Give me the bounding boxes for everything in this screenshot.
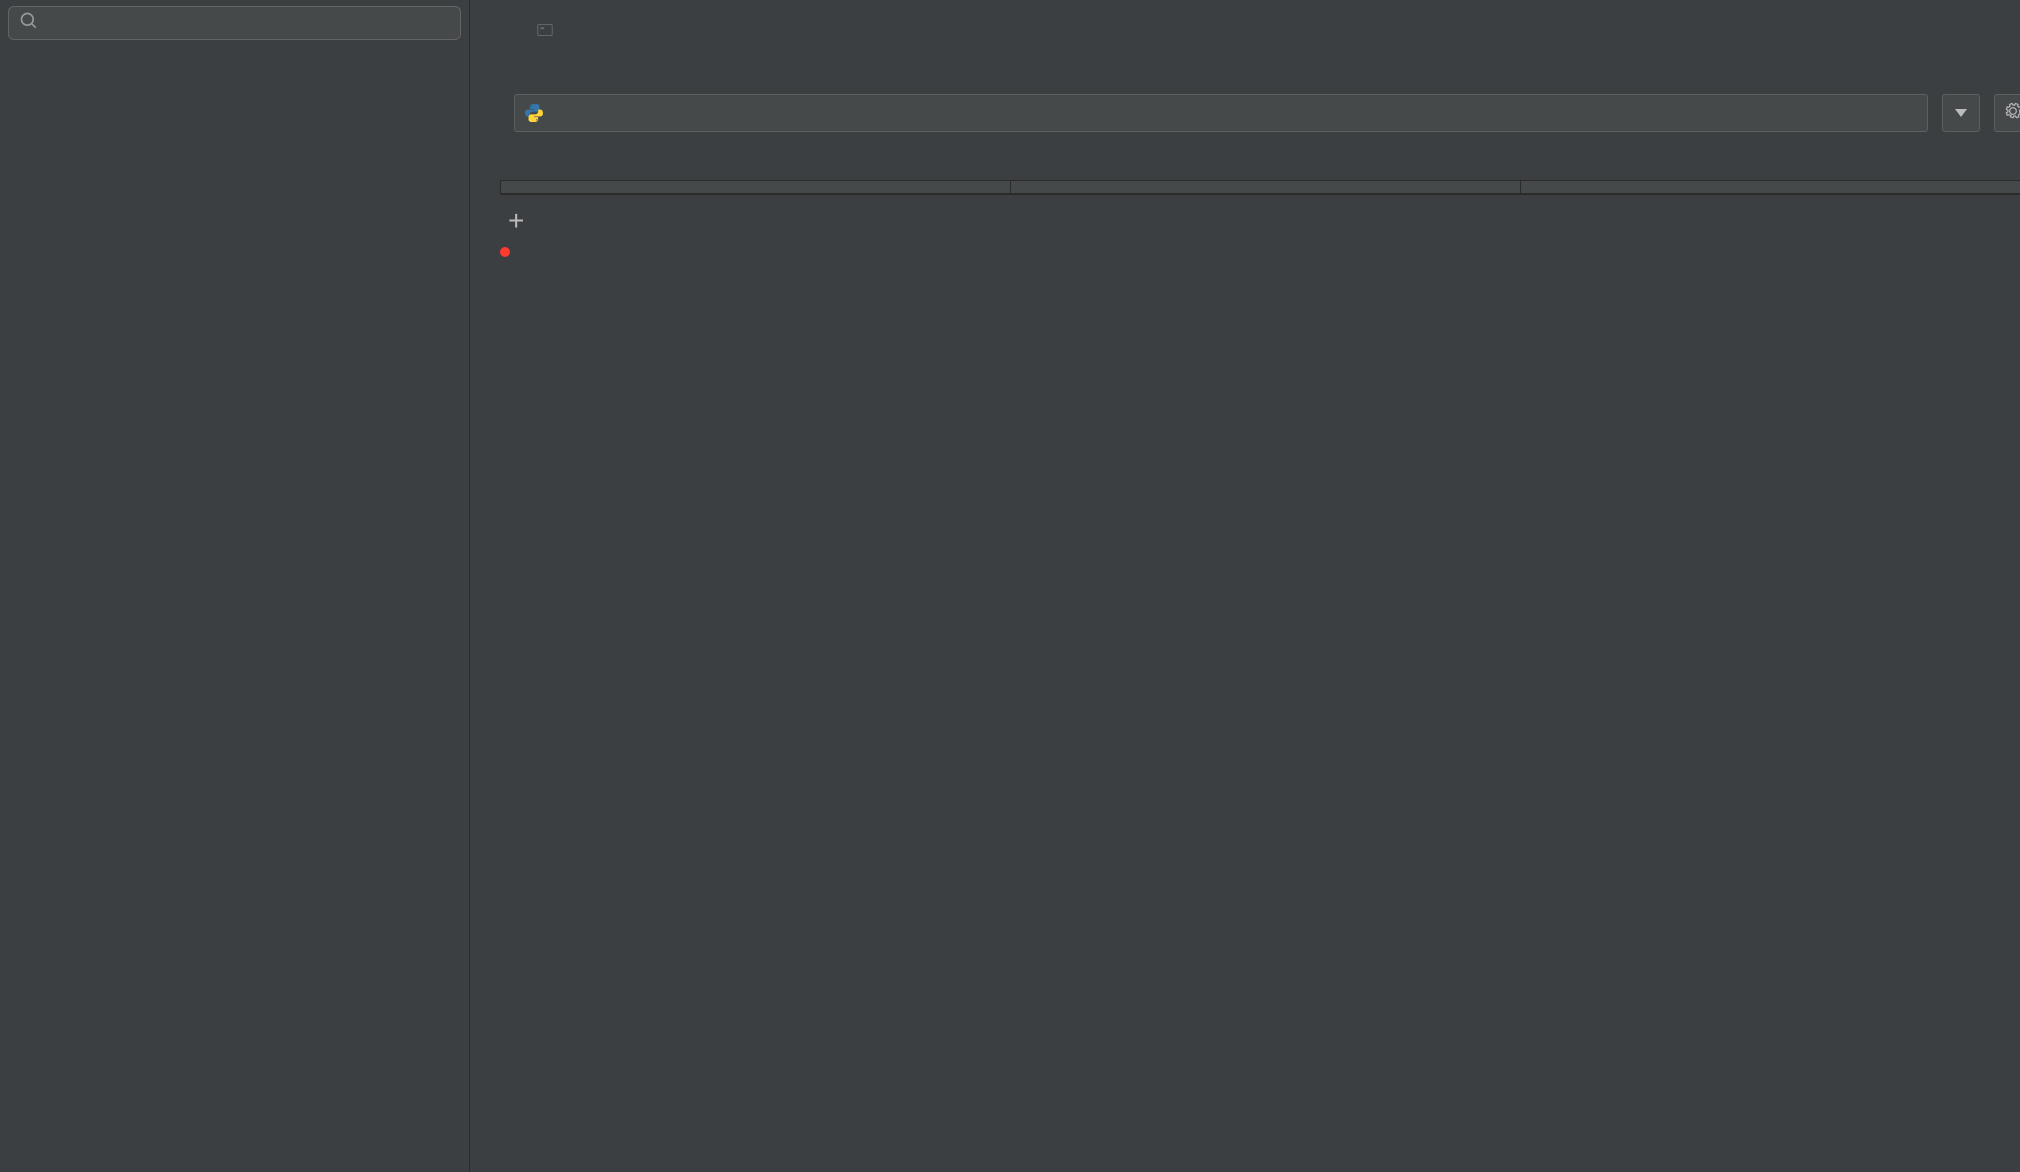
col-header-latest[interactable] xyxy=(1521,181,2020,193)
settings-search[interactable] xyxy=(8,6,461,40)
highlight-annotation xyxy=(500,247,510,257)
interpreter-settings-button[interactable] xyxy=(1994,94,2020,132)
chevron-down-icon xyxy=(1955,109,1967,117)
main-panel: + xyxy=(470,0,2020,1172)
interpreter-dropdown-toggle[interactable] xyxy=(1942,94,1980,132)
search-input[interactable] xyxy=(45,13,450,34)
settings-sidebar xyxy=(0,0,470,1172)
settings-tree xyxy=(0,46,469,52)
search-icon xyxy=(19,11,39,36)
packages-table xyxy=(500,180,2020,195)
col-header-package[interactable] xyxy=(501,181,1011,193)
gear-icon xyxy=(2003,101,2020,126)
current-project-icon xyxy=(536,19,554,45)
add-package-button[interactable]: + xyxy=(508,205,524,236)
python-icon xyxy=(523,102,545,124)
col-header-version[interactable] xyxy=(1011,181,1521,193)
interpreter-dropdown[interactable] xyxy=(514,94,1928,132)
breadcrumb xyxy=(500,14,2020,50)
